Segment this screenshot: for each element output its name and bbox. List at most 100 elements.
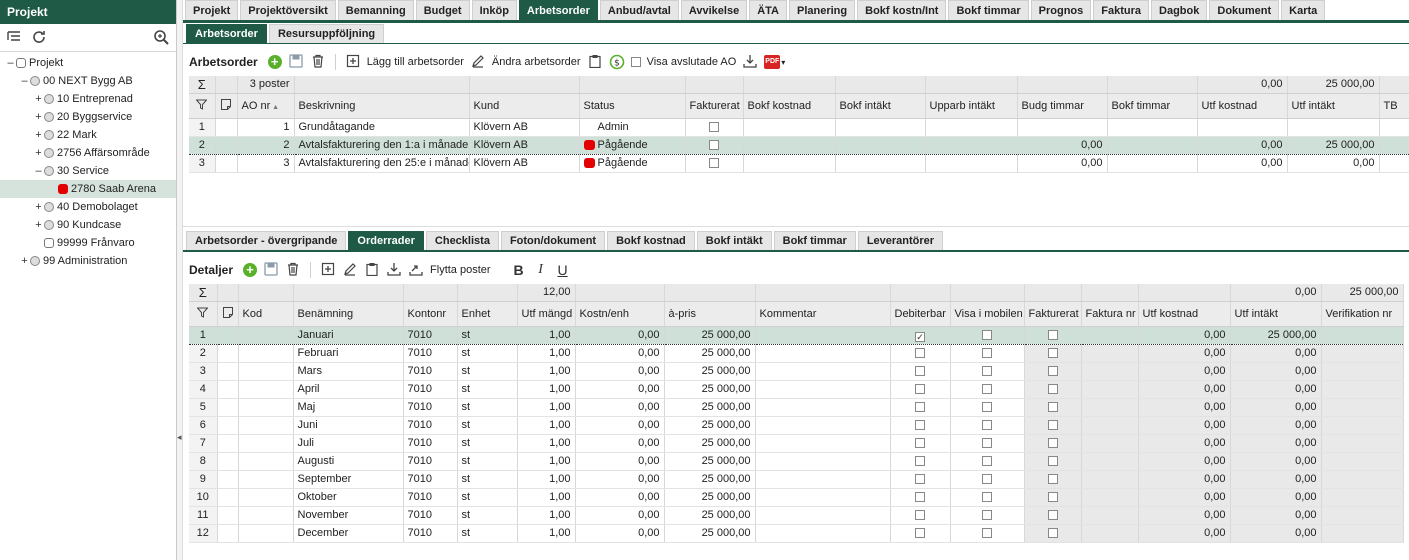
- debiterbar-checkbox[interactable]: [915, 456, 925, 466]
- detail-tab-bokf-timmar[interactable]: Bokf timmar: [773, 231, 856, 250]
- tree-item[interactable]: +99 Administration: [5, 252, 127, 270]
- tree-item[interactable]: – 00 NEXT Bygg AB: [5, 72, 132, 90]
- column-header[interactable]: TB: [1379, 93, 1409, 119]
- detail-tab-bokf-kostnad[interactable]: Bokf kostnad: [607, 231, 695, 250]
- table-row[interactable]: 11 November 7010st 1,00 0,00 25 000,00 0,00 0,0…: [189, 506, 1404, 525]
- subtab-resursuppföljning[interactable]: Resursuppföljning: [268, 24, 385, 43]
- add-document-icon[interactable]: [320, 262, 336, 278]
- visa-i-mobilen-checkbox[interactable]: [982, 492, 992, 502]
- column-header[interactable]: Benämning: [293, 301, 404, 327]
- show-closed-checkbox[interactable]: [630, 57, 641, 67]
- fakturerat-checkbox[interactable]: [1047, 420, 1058, 430]
- table-row[interactable]: 5 Maj 7010st 1,00 0,00 25 000,00 0,00 0,00: [189, 398, 1404, 417]
- fakturerat-checkbox[interactable]: [709, 122, 719, 132]
- debiterbar-checkbox[interactable]: [915, 510, 925, 520]
- tab-faktura[interactable]: Faktura: [1093, 0, 1150, 20]
- expand-icon[interactable]: +: [33, 216, 44, 234]
- filter-icon[interactable]: [189, 301, 218, 327]
- fakturerat-checkbox[interactable]: [1047, 510, 1058, 520]
- column-header[interactable]: Fakturerat: [685, 93, 744, 119]
- expand-icon[interactable]: +: [19, 252, 30, 270]
- table-row[interactable]: 1 Januari 7010st 1,00 0,00 25 000,00 ✓ 0,00 25 0…: [189, 325, 1404, 345]
- download-icon[interactable]: [742, 54, 758, 70]
- column-header[interactable]: Upparb intäkt: [925, 93, 1018, 119]
- debiterbar-checkbox[interactable]: [915, 474, 925, 484]
- tab-äta[interactable]: ÄTA: [749, 0, 787, 20]
- debiterbar-checkbox[interactable]: [915, 402, 925, 412]
- table-row[interactable]: 7 Juli 7010st 1,00 0,00 25 000,00 0,00 0,00: [189, 434, 1404, 453]
- detail-tab-foton-dokument[interactable]: Foton/dokument: [500, 231, 606, 250]
- visa-i-mobilen-checkbox[interactable]: [982, 402, 992, 412]
- fakturerat-checkbox[interactable]: [709, 140, 719, 150]
- tab-dokument[interactable]: Dokument: [1209, 0, 1280, 20]
- table-row[interactable]: 6 Juni 7010st 1,00 0,00 25 000,00 0,00 0,00: [189, 416, 1404, 435]
- bold-button[interactable]: B: [511, 262, 527, 278]
- save-icon[interactable]: [263, 262, 279, 278]
- detail-tab-checklista[interactable]: Checklista: [425, 231, 499, 250]
- delete-icon[interactable]: [285, 262, 301, 278]
- refresh-icon[interactable]: [31, 29, 47, 45]
- fakturerat-checkbox[interactable]: [1047, 528, 1058, 538]
- debiterbar-checkbox[interactable]: ✓: [915, 331, 925, 342]
- table-row[interactable]: 4 April 7010st 1,00 0,00 25 000,00 0,00 0,00: [189, 380, 1404, 399]
- debiterbar-checkbox[interactable]: [915, 366, 925, 376]
- clipboard-icon[interactable]: [587, 54, 603, 70]
- column-header[interactable]: Status: [579, 93, 686, 119]
- column-header[interactable]: Kommentar: [755, 301, 891, 327]
- table-row[interactable]: 3 Mars 7010st 1,00 0,00 25 000,00 0,00 0,00: [189, 362, 1404, 381]
- edit-arbetsorder-button[interactable]: Ändra arbetsorder: [492, 56, 581, 68]
- fakturerat-checkbox[interactable]: [1047, 438, 1058, 448]
- tree-item[interactable]: +40 Demobolaget: [5, 198, 137, 216]
- subtab-arbetsorder[interactable]: Arbetsorder: [186, 24, 267, 43]
- visa-i-mobilen-checkbox[interactable]: [982, 456, 992, 466]
- clipboard-icon[interactable]: [364, 262, 380, 278]
- italic-button[interactable]: I: [533, 262, 549, 278]
- sidebar-splitter[interactable]: [177, 0, 183, 560]
- table-row[interactable]: 12 December 7010st 1,00 0,00 25 000,00 0,00 0,0…: [189, 524, 1404, 543]
- column-header[interactable]: Utf mängd: [517, 301, 576, 327]
- currency-refresh-icon[interactable]: $: [609, 54, 625, 70]
- tab-anbud-avtal[interactable]: Anbud/avtal: [599, 0, 679, 20]
- tree-item[interactable]: +90 Kundcase: [5, 216, 121, 234]
- debiterbar-checkbox[interactable]: [915, 420, 925, 430]
- column-header[interactable]: Utf kostnad: [1197, 93, 1288, 119]
- tree-item[interactable]: +2756 Affärsområde: [5, 144, 149, 162]
- tree-item[interactable]: +22 Mark: [5, 126, 96, 144]
- move-records-button[interactable]: Flytta poster: [430, 264, 491, 276]
- table-row[interactable]: 2 2 Avtalsfakturering den 1:a i månaden Klö…: [189, 135, 1409, 155]
- collapse-icon[interactable]: –: [19, 72, 30, 90]
- column-header[interactable]: Utf kostnad: [1138, 301, 1231, 327]
- visa-i-mobilen-checkbox[interactable]: [982, 528, 992, 538]
- move-upload-icon[interactable]: [408, 262, 424, 278]
- sort-asc-icon[interactable]: ▲: [270, 104, 279, 111]
- detail-tab-bokf-intäkt[interactable]: Bokf intäkt: [696, 231, 772, 250]
- column-header[interactable]: Budg timmar: [1017, 93, 1108, 119]
- visa-i-mobilen-checkbox[interactable]: [982, 330, 992, 340]
- column-header[interactable]: à-pris: [664, 301, 756, 327]
- fakturerat-checkbox[interactable]: [1047, 384, 1058, 394]
- zoom-search-icon[interactable]: [153, 29, 169, 45]
- tree-item[interactable]: +10 Entreprenad: [5, 90, 133, 108]
- collapse-tree-icon[interactable]: [7, 30, 21, 44]
- debiterbar-checkbox[interactable]: [915, 528, 925, 538]
- column-header[interactable]: Bokf kostnad: [743, 93, 836, 119]
- underline-button[interactable]: U: [555, 262, 571, 278]
- tree-item[interactable]: – Projekt: [5, 54, 63, 72]
- column-header[interactable]: Beskrivning: [294, 93, 470, 119]
- tab-arbetsorder[interactable]: Arbetsorder: [518, 0, 598, 20]
- fakturerat-checkbox[interactable]: [1047, 366, 1058, 376]
- column-header[interactable]: Debiterbar: [890, 301, 951, 327]
- fakturerat-checkbox[interactable]: [1047, 330, 1058, 340]
- column-header[interactable]: Faktura nr: [1081, 301, 1139, 327]
- tab-projekt[interactable]: Projekt: [185, 0, 239, 20]
- save-icon[interactable]: [288, 54, 304, 70]
- column-header[interactable]: Bokf intäkt: [835, 93, 926, 119]
- tab-bemanning[interactable]: Bemanning: [337, 0, 414, 20]
- table-row[interactable]: 2 Februari 7010st 1,00 0,00 25 000,00 0,00 0,00: [189, 344, 1404, 363]
- filter-icon[interactable]: [189, 93, 216, 119]
- debiterbar-checkbox[interactable]: [915, 438, 925, 448]
- splitter-arrow-icon[interactable]: ◂: [177, 430, 182, 444]
- visa-i-mobilen-checkbox[interactable]: [982, 474, 992, 484]
- column-header[interactable]: Kund: [469, 93, 580, 119]
- expand-icon[interactable]: +: [33, 90, 44, 108]
